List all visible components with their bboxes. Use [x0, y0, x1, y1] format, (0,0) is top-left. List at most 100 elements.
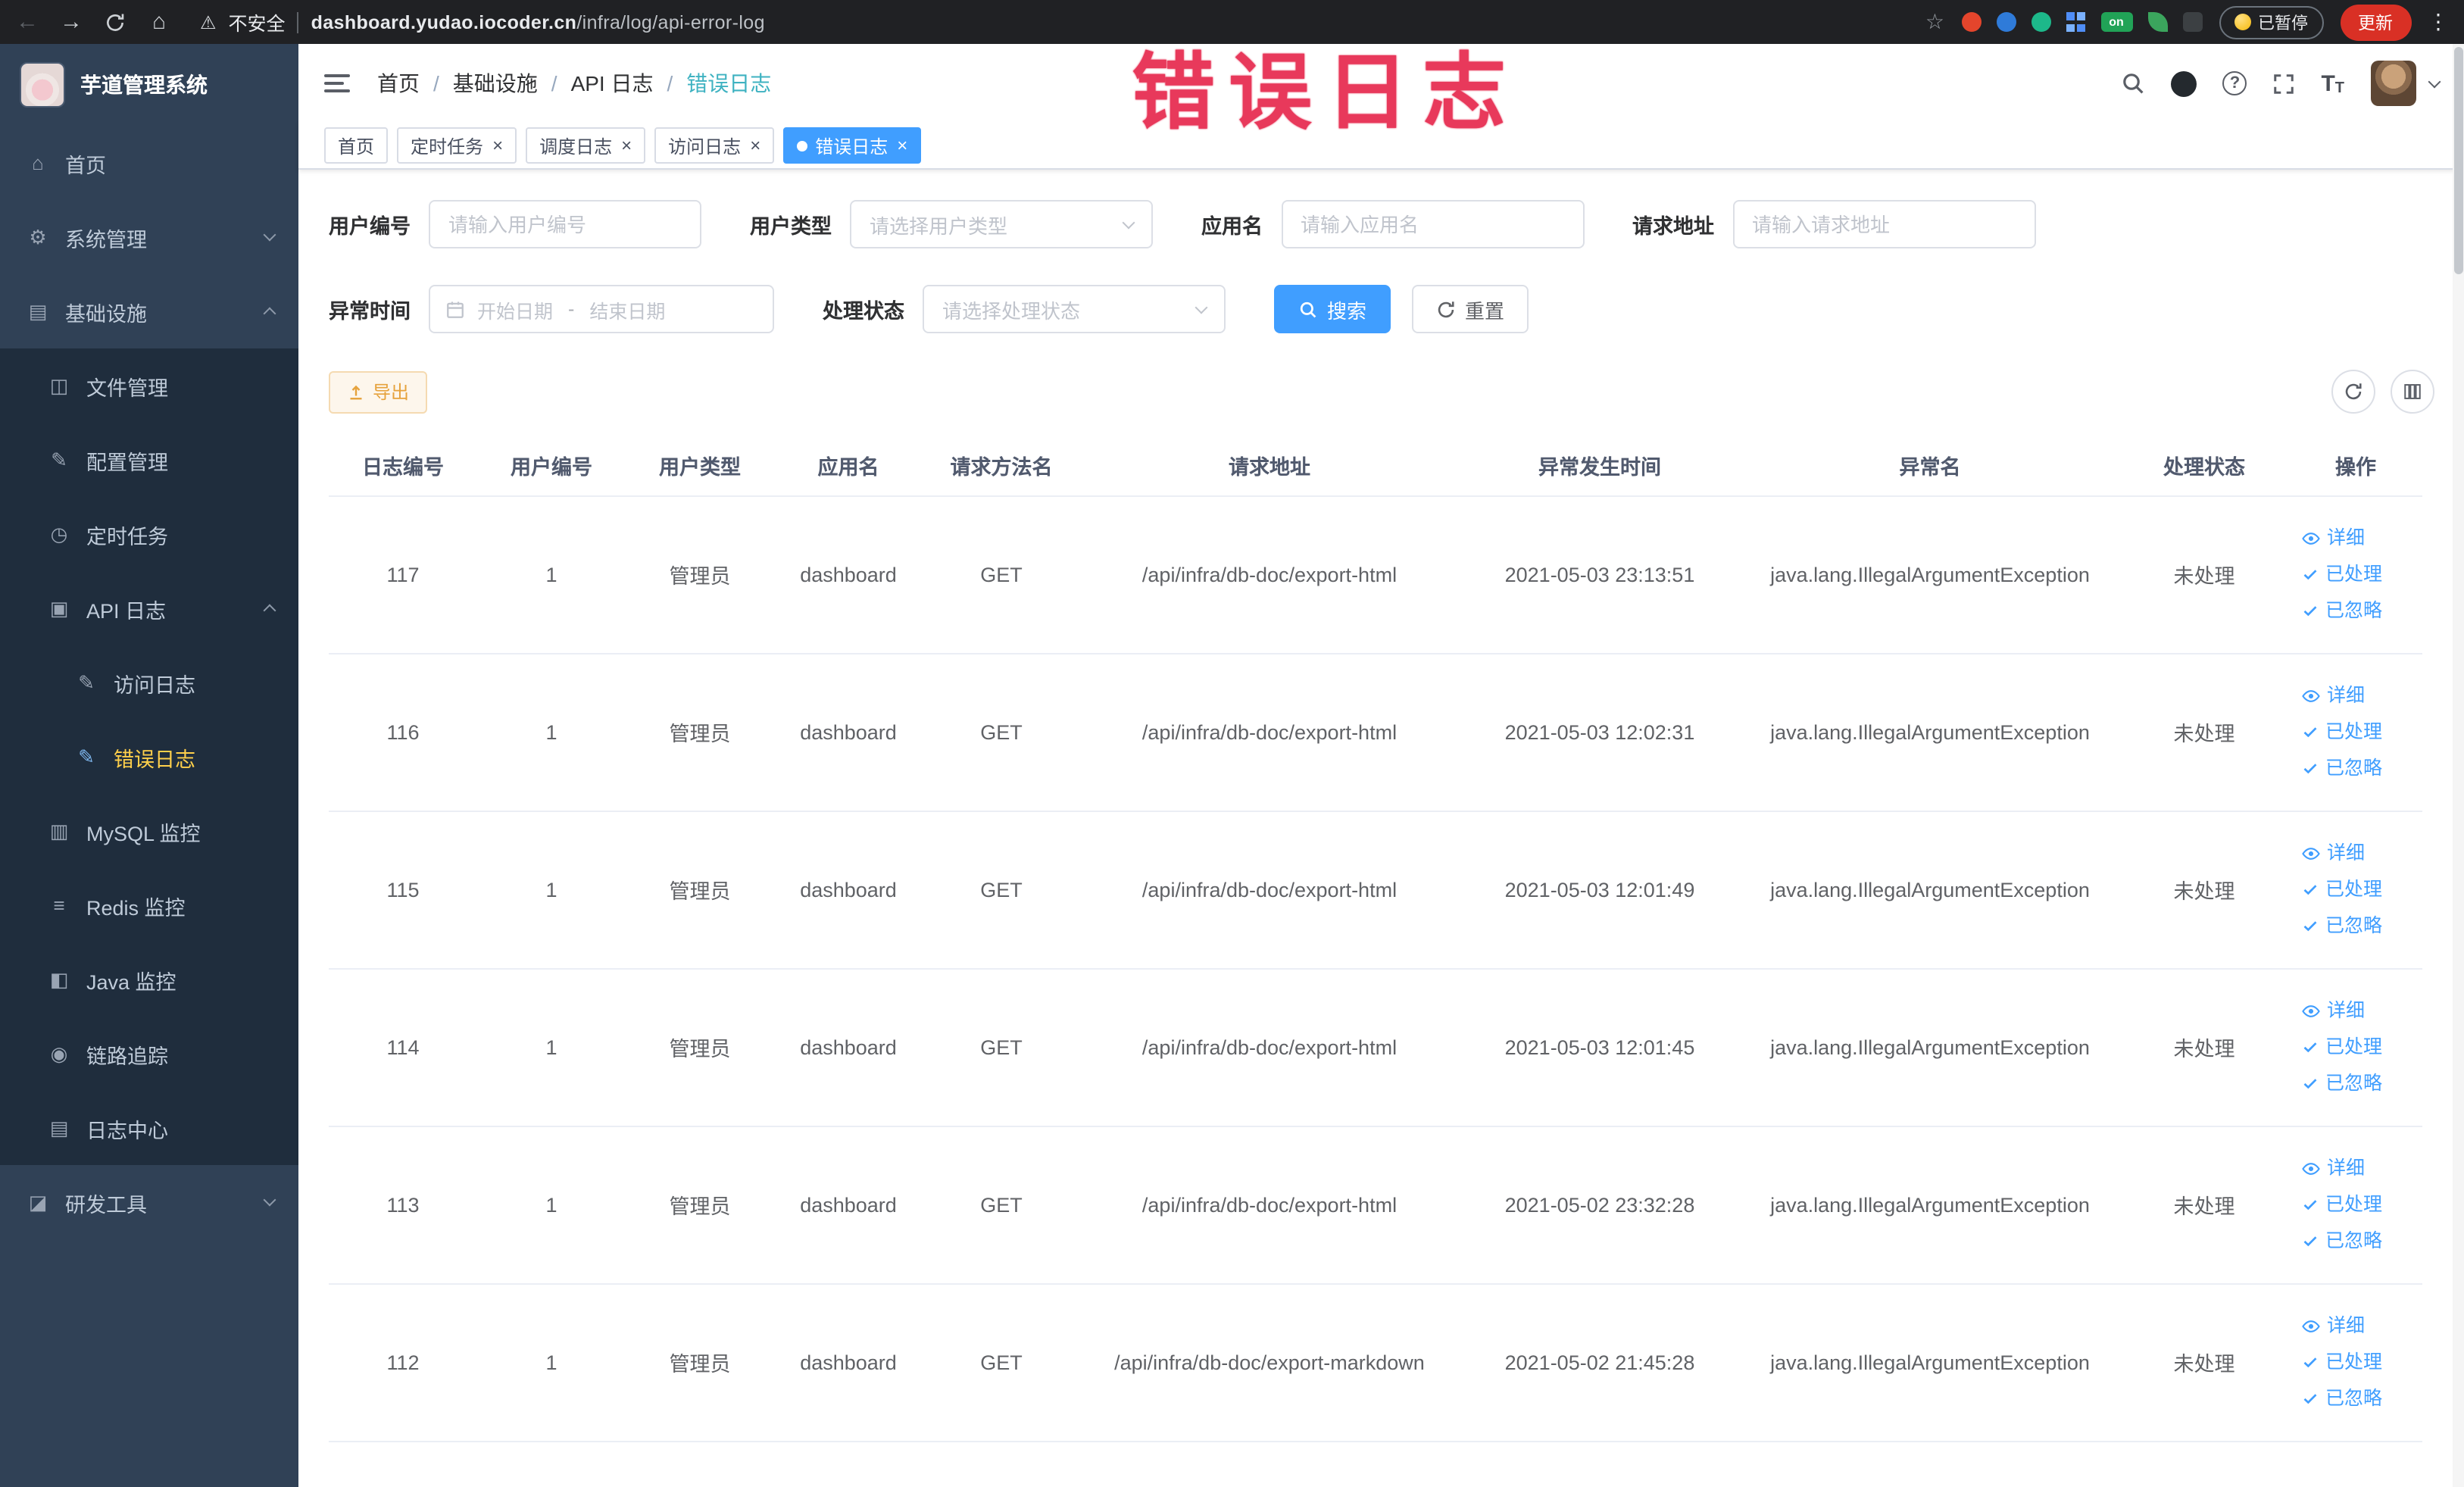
user-type-select[interactable]: 请选择用户类型	[850, 200, 1153, 248]
sidebar-item-12[interactable]: ◉ 链路追踪	[0, 1017, 298, 1091]
grid-extension-icon[interactable]	[2066, 12, 2085, 32]
column-settings-button[interactable]	[2390, 370, 2434, 414]
user-id-input[interactable]	[429, 200, 701, 248]
forward-icon[interactable]: →	[59, 9, 83, 35]
github-icon[interactable]	[2171, 70, 2197, 96]
sidebar-item-label: 文件管理	[86, 376, 168, 399]
sidebar: 芋道管理系统 ⌂ 首页 ⚙ 系统管理 ▤ 基础设施 ◫ 文件管理 ✎ 配置管理 ◷ 定时任务 ▣ API …	[0, 44, 298, 1487]
address-bar[interactable]: ⚠ 不安全 dashboard.yudao.iocoder.cn/infra/l…	[200, 8, 765, 36]
sidebar-item-8[interactable]: ✎ 错误日志	[0, 720, 298, 794]
sidebar-menu: ⌂ 首页 ⚙ 系统管理 ▤ 基础设施 ◫ 文件管理 ✎ 配置管理 ◷ 定时任务 ▣ API 日志 ✎ 访问日志…	[0, 126, 298, 1239]
search-icon[interactable]	[2121, 71, 2145, 95]
ignored-link[interactable]: 已忽略	[2295, 750, 2416, 786]
java-monitor-icon: ◧	[49, 967, 69, 990]
app-name-input[interactable]	[1281, 200, 1584, 248]
check-icon	[2301, 723, 2319, 741]
scrollbar-thumb[interactable]	[2453, 47, 2462, 274]
home-icon-browser[interactable]: ⌂	[147, 9, 171, 35]
sidebar-item-9[interactable]: ▥ MySQL 监控	[0, 794, 298, 868]
ignored-link[interactable]: 已忽略	[2295, 1065, 2416, 1101]
tab-3[interactable]: 访问日志 ×	[654, 127, 775, 164]
puzzle-extension-icon[interactable]	[2182, 12, 2202, 32]
detail-link[interactable]: 详细	[2295, 1307, 2416, 1344]
processed-link[interactable]: 已处理	[2295, 1186, 2416, 1223]
more-menu-icon[interactable]: ⋮	[2428, 9, 2449, 35]
reload-icon[interactable]	[103, 11, 127, 33]
processed-link[interactable]: 已处理	[2295, 714, 2416, 750]
sidebar-item-1[interactable]: ⚙ 系统管理	[0, 200, 298, 274]
processed-link[interactable]: 已处理	[2295, 871, 2416, 908]
cell-user-id: 1	[477, 1126, 626, 1284]
range-separator: -	[568, 298, 575, 320]
column-header-7: 异常名	[1741, 435, 2119, 496]
ignored-link[interactable]: 已忽略	[2295, 1223, 2416, 1259]
refresh-button[interactable]	[2331, 370, 2375, 414]
processed-link[interactable]: 已处理	[2295, 1344, 2416, 1380]
chevron-down-icon[interactable]	[2427, 75, 2441, 89]
close-icon[interactable]: ×	[750, 136, 760, 155]
cell-user-id: 1	[477, 968, 626, 1126]
sidebar-item-0[interactable]: ⌂ 首页	[0, 126, 298, 200]
export-button[interactable]: 导出	[329, 370, 428, 413]
ignored-link[interactable]: 已忽略	[2295, 592, 2416, 629]
adblock-extension-icon[interactable]	[1961, 12, 1981, 32]
on-badge-extension-icon[interactable]: on	[2100, 12, 2132, 32]
tab-2[interactable]: 调度日志 ×	[526, 127, 646, 164]
detail-link[interactable]: 详细	[2295, 992, 2416, 1029]
ignored-link[interactable]: 已忽略	[2295, 1380, 2416, 1417]
cell-user-type: 管理员	[626, 653, 774, 811]
breadcrumb-item-1[interactable]: 基础设施	[453, 68, 538, 98]
sidebar-item-13[interactable]: ▤ 日志中心	[0, 1091, 298, 1165]
font-size-icon[interactable]: TT	[2321, 70, 2344, 96]
fullscreen-icon[interactable]	[2272, 72, 2295, 95]
sidebar-item-3[interactable]: ◫ 文件管理	[0, 348, 298, 423]
close-icon[interactable]: ×	[492, 136, 503, 155]
avatar[interactable]	[2370, 61, 2416, 106]
help-icon[interactable]: ?	[2222, 71, 2247, 95]
logo[interactable]: 芋道管理系统	[0, 44, 298, 126]
tab-0[interactable]: 首页	[324, 127, 389, 164]
tab-label: 调度日志	[539, 136, 613, 157]
sidebar-item-5[interactable]: ◷ 定时任务	[0, 497, 298, 571]
close-icon[interactable]: ×	[621, 136, 632, 155]
process-status-select[interactable]: 请选择处理状态	[923, 285, 1226, 333]
processed-link[interactable]: 已处理	[2295, 1029, 2416, 1065]
detail-link[interactable]: 详细	[2295, 1150, 2416, 1186]
green-extension-icon[interactable]	[2031, 12, 2050, 32]
sidebar-item-7[interactable]: ✎ 访问日志	[0, 645, 298, 720]
select-placeholder: 请选择处理状态	[942, 299, 1081, 322]
reset-button[interactable]: 重置	[1412, 285, 1529, 333]
detail-link[interactable]: 详细	[2295, 835, 2416, 871]
user-type-label: 用户类型	[750, 215, 832, 238]
sidebar-item-14[interactable]: ◪ 研发工具	[0, 1165, 298, 1239]
sidebar-item-2[interactable]: ▤ 基础设施	[0, 274, 298, 348]
breadcrumb-item-0[interactable]: 首页	[377, 68, 420, 98]
profile-paused-badge[interactable]: 已暂停	[2219, 5, 2323, 39]
scrollbar[interactable]	[2452, 44, 2464, 1487]
hamburger-icon[interactable]	[324, 74, 350, 92]
tab-4[interactable]: 错误日志 ×	[783, 127, 922, 164]
drop-extension-icon[interactable]	[1996, 12, 2016, 32]
sidebar-item-label: 基础设施	[65, 302, 147, 325]
cell-app: dashboard	[774, 811, 923, 969]
bookmark-star-icon[interactable]: ☆	[1925, 9, 1944, 35]
ignored-link[interactable]: 已忽略	[2295, 908, 2416, 944]
detail-link[interactable]: 详细	[2295, 520, 2416, 556]
sidebar-item-10[interactable]: ≡ Redis 监控	[0, 868, 298, 942]
date-range-picker[interactable]: 开始日期 - 结束日期	[429, 285, 774, 333]
back-icon[interactable]: ←	[15, 9, 39, 35]
chrome-update-button[interactable]: 更新	[2340, 4, 2411, 40]
detail-link[interactable]: 详细	[2295, 677, 2416, 714]
sidebar-item-6[interactable]: ▣ API 日志	[0, 571, 298, 645]
leaf-extension-icon[interactable]	[2147, 12, 2167, 32]
url-domain: dashboard.yudao.iocoder.cn	[311, 11, 577, 33]
cell-status: 未处理	[2119, 653, 2289, 811]
tab-1[interactable]: 定时任务 ×	[397, 127, 517, 164]
request-url-input[interactable]	[1732, 200, 2035, 248]
sidebar-item-11[interactable]: ◧ Java 监控	[0, 942, 298, 1017]
close-icon[interactable]: ×	[897, 136, 907, 155]
breadcrumb-item-2[interactable]: API 日志	[571, 68, 654, 98]
sidebar-item-4[interactable]: ✎ 配置管理	[0, 423, 298, 497]
processed-link[interactable]: 已处理	[2295, 556, 2416, 592]
search-button[interactable]: 搜索	[1274, 285, 1391, 333]
